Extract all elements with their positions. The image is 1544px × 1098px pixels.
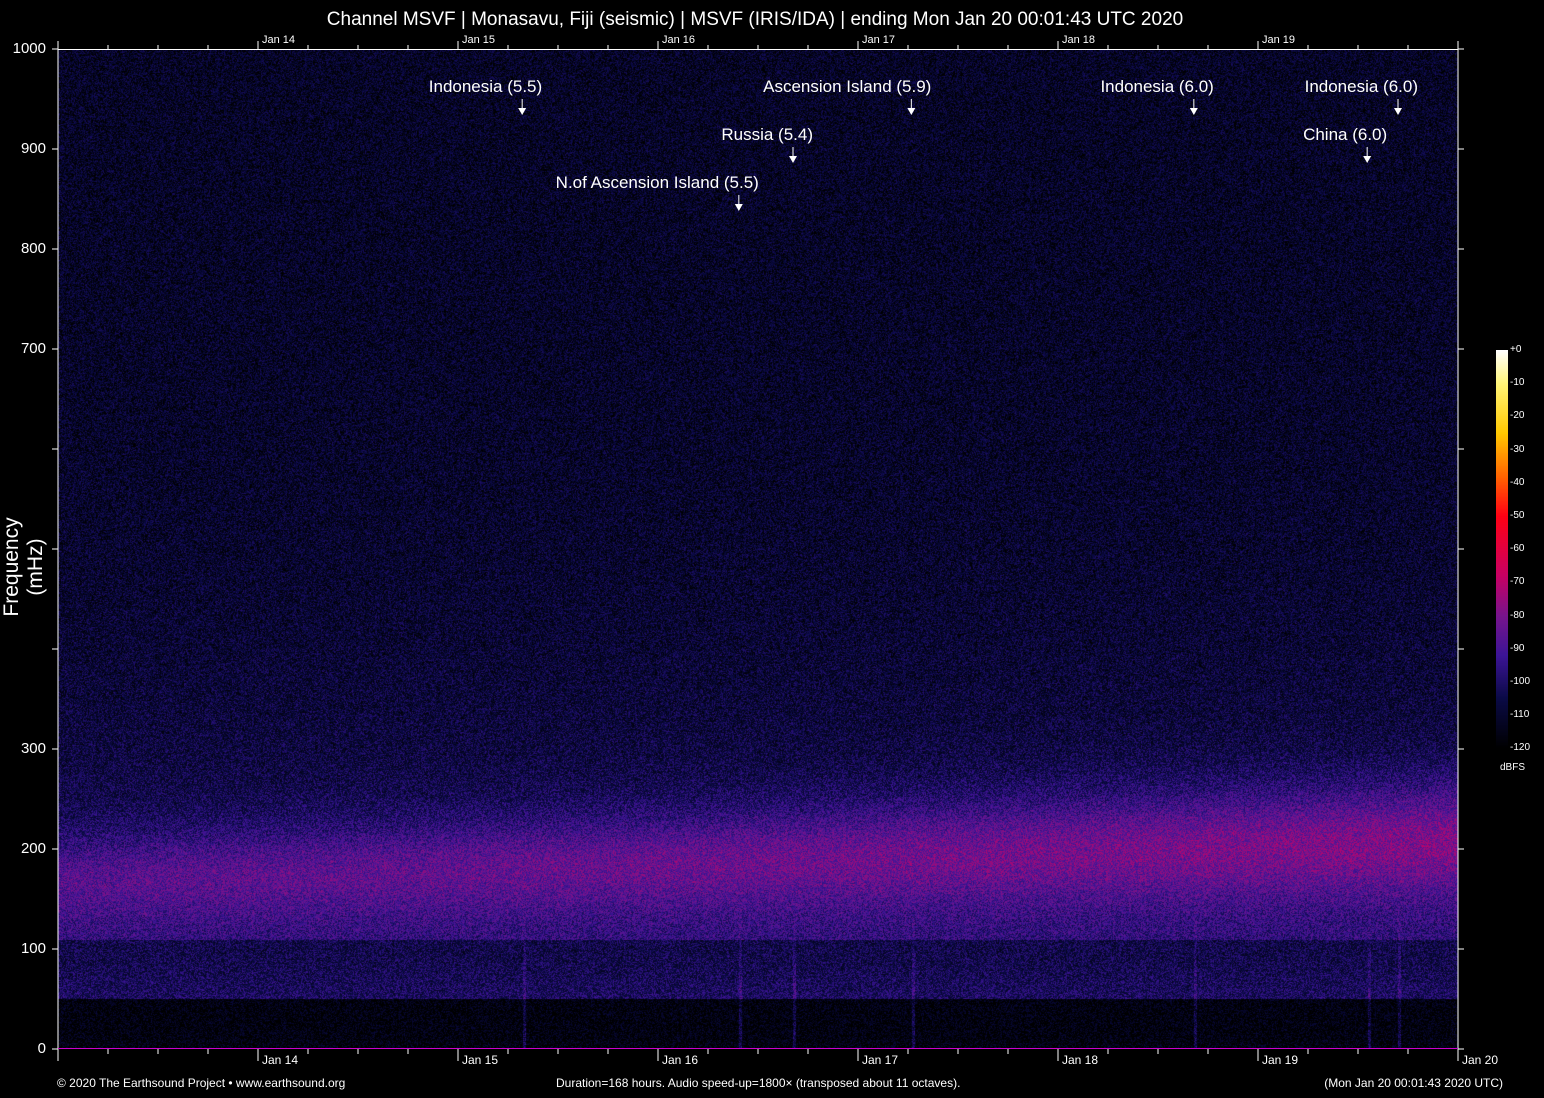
colorbar-unit: dBFS bbox=[1500, 762, 1525, 773]
colorbar-tick-label: -20 bbox=[1510, 410, 1524, 421]
footer-copyright: © 2020 The Earthsound Project • www.eart… bbox=[57, 1076, 345, 1090]
x-tick-label: Jan 20 bbox=[1462, 1053, 1498, 1067]
event-label: N.of Ascension Island (5.5) bbox=[556, 173, 759, 193]
x-tick-label: Jan 17 bbox=[862, 1053, 898, 1067]
x-tick-label: Jan 19 bbox=[1262, 1053, 1298, 1067]
y-axis-title: Frequency (mHz) bbox=[0, 487, 48, 647]
colorbar-tick-label: -40 bbox=[1510, 477, 1524, 488]
colorbar-tick-label: -90 bbox=[1510, 643, 1524, 654]
event-arrow-icon bbox=[907, 108, 915, 115]
y-tick-label: 800 bbox=[0, 240, 46, 257]
y-tick-label: 1000 bbox=[0, 40, 46, 57]
x-tick-label: Jan 16 bbox=[662, 1053, 698, 1067]
footer-timestamp: (Mon Jan 20 00:01:43 2020 UTC) bbox=[1324, 1076, 1503, 1090]
footer-duration: Duration=168 hours. Audio speed-up=1800×… bbox=[556, 1076, 960, 1090]
x-tick-label: Jan 15 bbox=[462, 1053, 498, 1067]
x-tick-label-top: Jan 14 bbox=[262, 34, 295, 46]
event-label: Indonesia (6.0) bbox=[1100, 77, 1213, 97]
colorbar-tick-label: +0 bbox=[1510, 344, 1521, 355]
event-arrow-icon bbox=[1394, 108, 1402, 115]
event-label: China (6.0) bbox=[1303, 125, 1387, 145]
x-tick-label-top: Jan 16 bbox=[662, 34, 695, 46]
event-label: Indonesia (5.5) bbox=[429, 77, 542, 97]
y-tick-label: 0 bbox=[0, 1040, 46, 1057]
plot-axes bbox=[58, 49, 1458, 1049]
y-tick-label: 200 bbox=[0, 840, 46, 857]
y-tick-label: 700 bbox=[0, 340, 46, 357]
event-arrow-icon bbox=[789, 156, 797, 163]
event-arrow-icon bbox=[518, 108, 526, 115]
chart-title: Channel MSVF | Monasavu, Fiji (seismic) … bbox=[0, 9, 1510, 31]
colorbar-tick-label: -110 bbox=[1510, 709, 1529, 720]
x-tick-label-top: Jan 17 bbox=[862, 34, 895, 46]
colorbar-tick-label: -30 bbox=[1510, 444, 1524, 455]
colorbar-tick-label: -50 bbox=[1510, 510, 1524, 521]
event-arrow-icon bbox=[1363, 156, 1371, 163]
y-tick-label: 100 bbox=[0, 940, 46, 957]
y-tick-label: 900 bbox=[0, 140, 46, 157]
colorbar bbox=[1496, 350, 1508, 748]
colorbar-tick-label: -70 bbox=[1510, 576, 1524, 587]
event-label: Ascension Island (5.9) bbox=[763, 77, 931, 97]
event-arrow-icon bbox=[735, 204, 743, 211]
colorbar-tick-label: -60 bbox=[1510, 543, 1524, 554]
event-label: Indonesia (6.0) bbox=[1305, 77, 1418, 97]
event-label: Russia (5.4) bbox=[721, 125, 813, 145]
spectrogram-plot: Indonesia (5.5) Ascension Island (5.9) Ind… bbox=[58, 49, 1458, 1049]
colorbar-tick-label: -120 bbox=[1510, 742, 1530, 753]
colorbar-tick-label: -10 bbox=[1510, 377, 1524, 388]
colorbar-tick-label: -100 bbox=[1510, 676, 1530, 687]
x-tick-label: Jan 18 bbox=[1062, 1053, 1098, 1067]
x-tick-label-top: Jan 19 bbox=[1262, 34, 1295, 46]
x-tick-label: Jan 14 bbox=[262, 1053, 298, 1067]
event-arrow-icon bbox=[1190, 108, 1198, 115]
x-tick-label-top: Jan 15 bbox=[462, 34, 495, 46]
colorbar-tick-label: -80 bbox=[1510, 610, 1524, 621]
y-tick-label: 300 bbox=[0, 740, 46, 757]
x-tick-label-top: Jan 18 bbox=[1062, 34, 1095, 46]
